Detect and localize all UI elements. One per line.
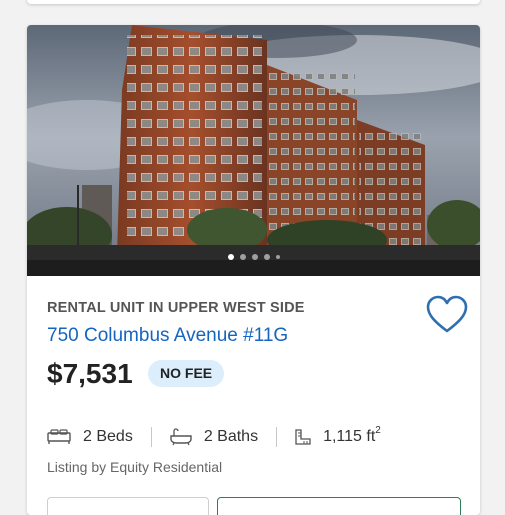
beds-feature: 2 Beds xyxy=(47,428,133,446)
bed-icon xyxy=(47,429,71,444)
baths-label: 2 Baths xyxy=(203,428,259,445)
area-label: 1,115 ft2 xyxy=(323,425,381,446)
area-value: 1,115 ft xyxy=(323,428,376,445)
photo-dot[interactable] xyxy=(275,255,280,259)
heart-outline-icon[interactable] xyxy=(425,295,469,335)
divider xyxy=(276,427,278,447)
listing-photo[interactable] xyxy=(27,25,480,276)
photo-dot[interactable] xyxy=(239,254,246,260)
photo-dot[interactable] xyxy=(227,254,234,260)
beds-label: 2 Beds xyxy=(83,428,133,445)
bathtub-icon xyxy=(170,428,192,446)
listing-features: 2 Beds 2 Baths 1,115 ft2 xyxy=(47,425,381,449)
divider xyxy=(150,427,152,447)
listing-type: RENTAL UNIT IN UPPER WEST SIDE xyxy=(47,300,305,316)
area-feature: 1,115 ft2 xyxy=(295,425,381,446)
no-fee-badge: NO FEE xyxy=(148,360,225,387)
previous-listing-card xyxy=(27,0,480,4)
listing-price: $7,531 xyxy=(47,358,133,389)
listing-address-link[interactable]: 750 Columbus Avenue #11G xyxy=(47,325,288,347)
photo-pagination[interactable] xyxy=(27,254,480,260)
area-unit-superscript: 2 xyxy=(375,425,381,436)
photo-dot[interactable] xyxy=(251,254,258,260)
ruler-icon xyxy=(295,429,311,445)
listing-broker: Listing by Equity Residential xyxy=(47,459,223,475)
listing-card[interactable]: RENTAL UNIT IN UPPER WEST SIDE 750 Colum… xyxy=(27,25,480,515)
baths-feature: 2 Baths xyxy=(170,428,258,446)
photo-dot[interactable] xyxy=(263,254,270,260)
